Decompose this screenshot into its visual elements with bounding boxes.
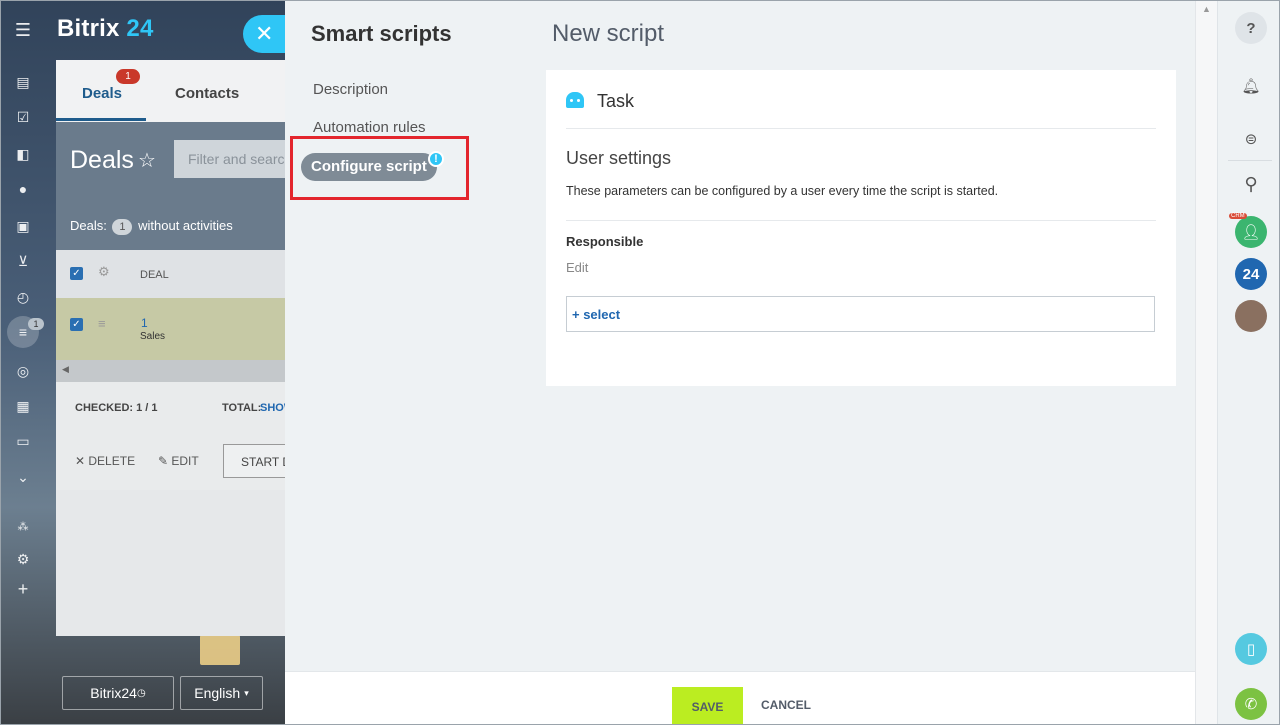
tab-deals[interactable]: Deals [82,85,122,102]
bell-icon[interactable]: 🔔︎ [1235,70,1267,102]
slider-heading: Smart scripts [311,21,452,46]
menu-icon[interactable]: ☰ [12,19,34,41]
left-menu-rail: ☰ ▤ ☑ ◧ ● ▣ ⊻ ◴ ≡ 1 ◎ ▦ ▭ ⌄ ⁂ ⚙ + [0,0,46,725]
logo[interactable]: Bitrix 24 [57,15,154,43]
window-icon[interactable]: ▭ [12,430,34,452]
column-deal[interactable]: DEAL [140,269,169,281]
robot-icon [566,92,584,108]
structure-icon[interactable]: ⁂ [12,515,34,537]
tab-underline [56,118,146,121]
deals-counter-suffix: without activities [138,218,233,233]
table-header: ✓ ⚙ DEAL [56,250,288,298]
select-all-checkbox[interactable]: ✓ [70,267,83,280]
filter-search-input[interactable]: Filter and search [174,140,288,178]
highlight-box [290,136,469,200]
horizontal-scrollbar[interactable]: ◀ [56,360,288,382]
crm-page: Deals 1 Contacts Deals ☆ Filter and sear… [56,60,303,636]
divider [566,220,1156,221]
page-title: Deals [70,146,134,174]
close-icon: ✕ [255,21,274,46]
pencil-icon: ✎ [158,454,172,468]
crm-blank-area [56,490,288,636]
vertical-scrollbar[interactable]: ▲ [1195,0,1217,725]
more-icon[interactable]: ⌄ [12,466,34,488]
crm-label: CRM [1229,213,1247,219]
clock-icon[interactable]: ◴ [12,286,34,308]
section-description: These parameters can be configured by a … [566,184,999,198]
cart-icon[interactable]: ⊻ [12,250,34,272]
deal-title-link[interactable]: 1 [141,316,148,330]
total-label: TOTAL: [222,402,262,414]
contact-card-icon[interactable]: ▣ [12,215,34,237]
help-icon[interactable]: ? [1235,12,1267,44]
close-icon: ✕ [75,454,89,468]
add-icon[interactable]: + [12,578,34,600]
settings-card: Task User settings These parameters can … [546,70,1176,386]
language-selector[interactable]: English ▾ [180,676,263,710]
crm-avatar[interactable]: 👤︎ [1235,216,1267,248]
checked-count: CHECKED: 1 / 1 [75,402,158,414]
window-light [200,635,240,665]
clock-icon: ◷ [136,687,146,699]
divider [566,128,1156,129]
deals-counter-count[interactable]: 1 [112,219,133,235]
nav-automation-rules[interactable]: Automation rules [313,119,426,136]
row-checkbox[interactable]: ✓ [70,318,83,331]
script-title: New script [552,20,665,47]
section-title: User settings [566,148,672,168]
task-title: Task [597,91,635,111]
chat-icon[interactable]: ◧ [12,143,34,165]
avatar[interactable] [1235,300,1267,332]
select-responsible-field[interactable]: + select [566,296,1155,332]
phone-device-icon[interactable]: ▯ [1235,633,1267,665]
tab-contacts[interactable]: Contacts [175,85,239,102]
slider-actions-bar: SAVE CANCEL [285,671,1195,725]
deals-counter: Deals: 1 without activities [70,218,233,235]
edit-label: EDIT [171,454,199,468]
edit-button[interactable]: ✎ EDIT [158,454,199,468]
rail-badge: 1 [28,318,44,330]
language-label: English [194,685,241,701]
logo-accent: 24 [119,15,154,42]
bitrix24-button[interactable]: Bitrix24 ◷ [62,676,174,710]
chat-bubble-icon[interactable]: ⊜ [1235,123,1267,155]
right-rail: ? 🔔︎ ⊜ ⚲ 👤︎ CRM 24 ▯ ✆ [1217,0,1280,725]
nav-description[interactable]: Description [313,81,388,98]
bitrix24-avatar[interactable]: 24 [1235,258,1267,290]
save-button[interactable]: SAVE [672,687,743,725]
field-edit-link[interactable]: Edit [566,260,588,275]
feed-icon[interactable]: ▤ [12,71,34,93]
field-label: Responsible [566,234,644,249]
apps-icon[interactable]: ▦ [12,395,34,417]
row-menu-icon[interactable]: ≡ [98,316,106,331]
tasks-icon[interactable]: ☑ [12,106,34,128]
deals-badge: 1 [116,69,140,84]
chevron-down-icon: ▾ [244,687,249,698]
settings-icon[interactable]: ⚙ [12,548,34,570]
deals-counter-prefix: Deals: [70,218,107,233]
delete-button[interactable]: ✕ DELETE [75,454,135,468]
scroll-left-icon[interactable]: ◀ [62,364,69,375]
scroll-up-icon[interactable]: ▲ [1202,4,1211,14]
smart-scripts-slider: Smart scripts Description Automation rul… [285,0,1195,725]
target-icon[interactable]: ◎ [12,360,34,382]
deal-stage: Sales [140,331,166,342]
star-icon[interactable]: ☆ [138,148,156,173]
call-icon[interactable]: ✆ [1235,688,1267,720]
delete-label: DELETE [88,454,136,468]
table-row[interactable]: ✓ ≡ 1 Sales [56,298,288,360]
groups-icon[interactable]: ● [12,178,34,200]
logo-text: Bitrix [57,15,120,42]
bitrix24-label: Bitrix24 [90,685,137,701]
crm-tabs: Deals 1 Contacts [56,60,288,122]
cancel-button[interactable]: CANCEL [761,698,811,712]
divider [1228,160,1272,161]
search-icon[interactable]: ⚲ [1235,168,1267,200]
gear-icon[interactable]: ⚙ [98,264,110,280]
